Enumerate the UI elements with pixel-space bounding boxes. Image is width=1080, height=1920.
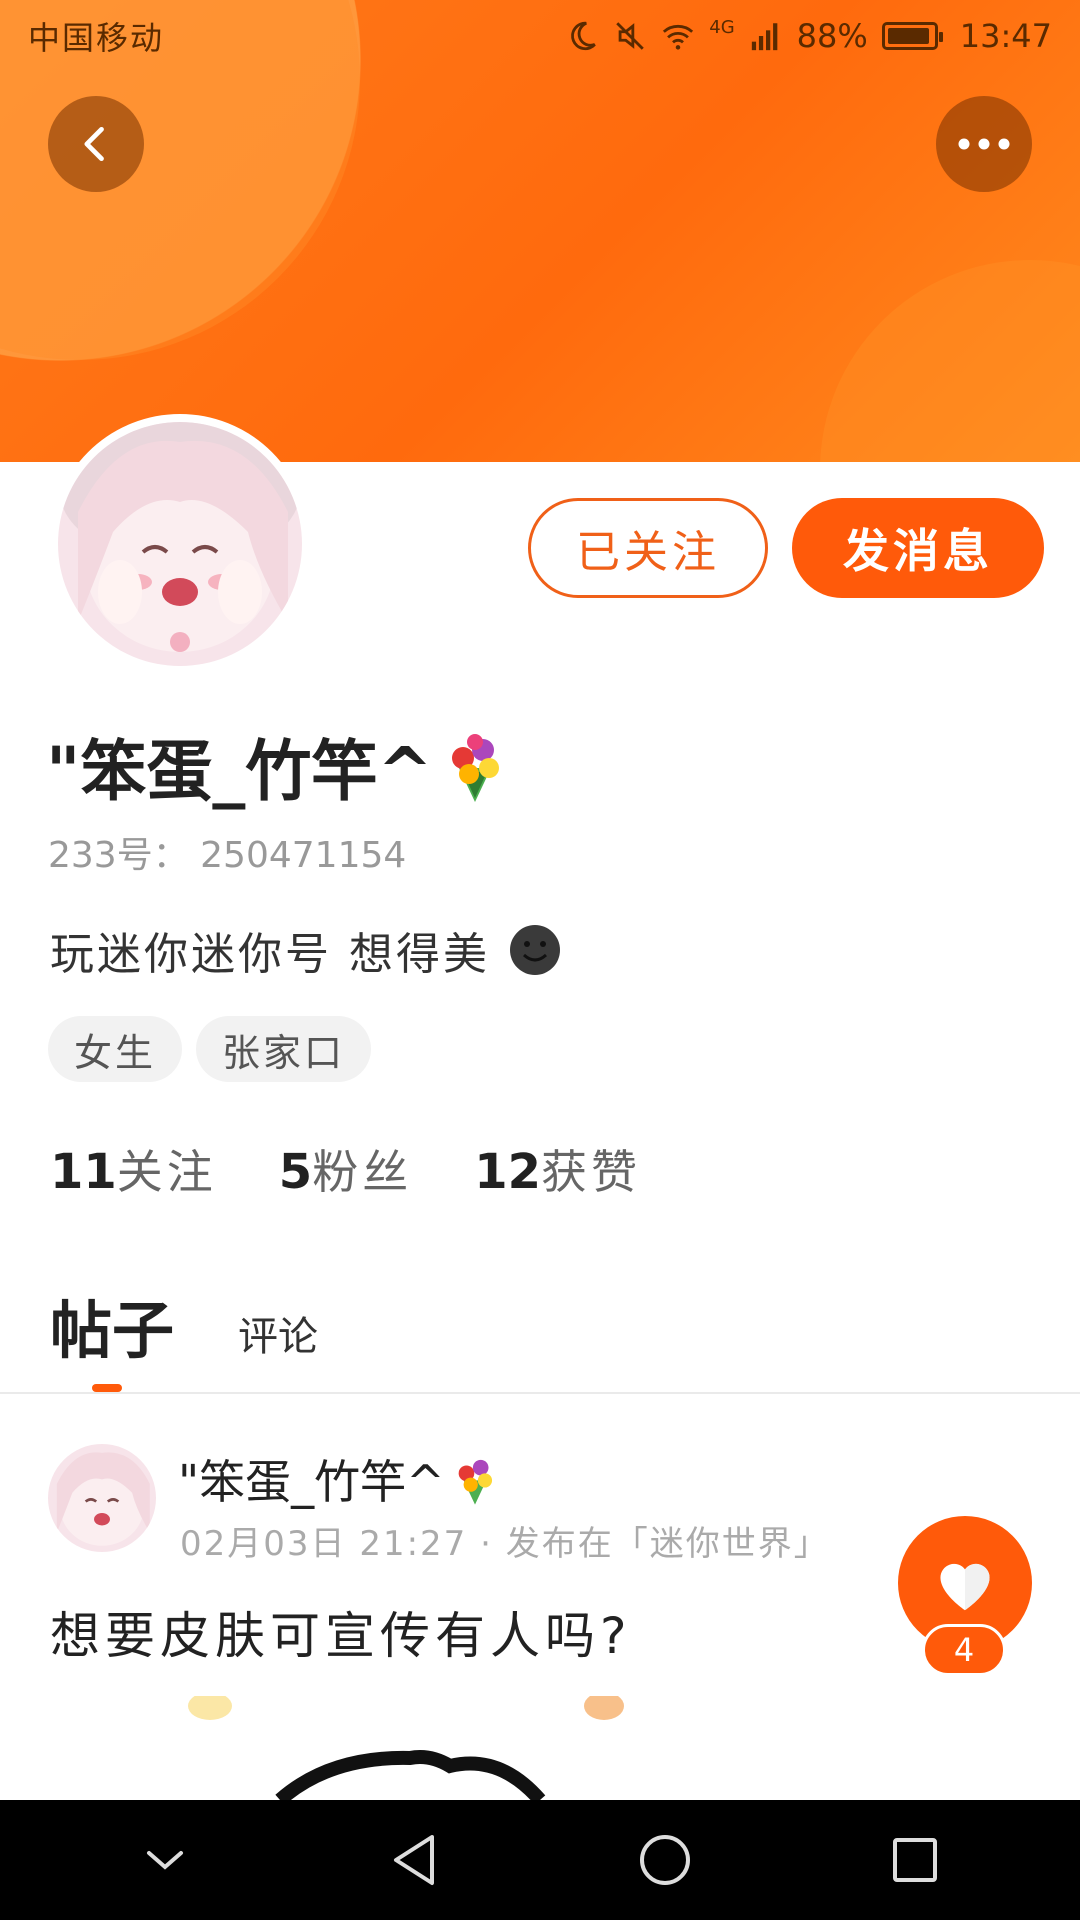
followed-button[interactable]: 已关注 — [528, 498, 768, 598]
bio-text: 玩迷你迷你号 想得美 — [50, 929, 490, 980]
nav-back-icon — [394, 1835, 434, 1885]
system-nav-bar — [0, 1800, 1080, 1920]
post-text[interactable]: 想要皮肤可宣传有人吗? — [50, 1596, 632, 1668]
stat-likes-label: 获赞 — [541, 1145, 641, 1199]
profile-stats: 11 关注 5 粉丝 12 获赞 — [50, 1136, 641, 1202]
post-meta: 02月03日 21:27 · 发布在「迷你世界」 — [180, 1524, 830, 1564]
wifi-icon — [663, 24, 694, 50]
avatar-image — [58, 422, 302, 666]
like-count: 4 — [922, 1624, 1006, 1676]
back-icon — [84, 126, 104, 162]
nav-home-button[interactable] — [625, 1820, 705, 1900]
content-tabs: 帖子 评论 — [50, 1280, 318, 1370]
nav-collapse-icon — [147, 1851, 183, 1870]
stat-likes[interactable]: 12 获赞 — [474, 1136, 641, 1202]
heart-icon — [940, 1563, 990, 1611]
battery-percent: 88% — [796, 17, 868, 55]
tabs-divider — [0, 1392, 1080, 1394]
stat-following[interactable]: 11 关注 — [50, 1136, 217, 1202]
network-type: 4G — [709, 17, 735, 38]
stat-likes-count: 12 — [474, 1144, 541, 1200]
profile-bio: 玩迷你迷你号 想得美 — [50, 918, 562, 982]
carrier-label: 中国移动 — [28, 19, 165, 57]
nav-recents-button[interactable] — [875, 1820, 955, 1900]
profile-tags: 女生 张家口 — [48, 1016, 372, 1082]
active-tab-indicator — [92, 1384, 122, 1392]
banner-decoration — [820, 260, 1080, 462]
tag-location[interactable]: 张家口 — [196, 1016, 372, 1082]
post-image-content — [0, 1696, 1080, 1800]
post-image[interactable] — [0, 1696, 1080, 1800]
mute-icon — [616, 22, 645, 50]
more-button[interactable] — [936, 96, 1032, 192]
smiley-icon — [510, 925, 560, 975]
status-bar: 中国移动 4G 88% 13:47 — [28, 14, 1052, 58]
tab-comments[interactable]: 评论 — [238, 1304, 318, 1370]
signal-icon — [751, 23, 777, 51]
stat-fans-count: 5 — [278, 1144, 313, 1200]
status-icons: 4G 88% 13:47 — [565, 17, 1052, 55]
bouquet-icon — [451, 734, 499, 802]
stat-fans-label: 粉丝 — [312, 1145, 413, 1199]
profile-name-text: "笨蛋_竹竿^ — [46, 733, 433, 810]
stat-following-count: 11 — [50, 1144, 117, 1200]
nav-back-button[interactable] — [375, 1820, 455, 1900]
bouquet-icon — [458, 1459, 492, 1505]
profile-header-banner: 中国移动 4G 88% 13:47 — [0, 0, 1080, 462]
profile-avatar[interactable] — [50, 414, 310, 674]
moon-icon — [571, 21, 597, 51]
tag-gender[interactable]: 女生 — [48, 1016, 183, 1082]
tab-posts[interactable]: 帖子 — [50, 1280, 174, 1370]
post-author-name[interactable]: "笨蛋_竹竿^ — [178, 1446, 501, 1512]
stat-fans[interactable]: 5 粉丝 — [279, 1136, 412, 1202]
clock: 13:47 — [959, 17, 1052, 55]
more-icon — [958, 138, 1010, 150]
post-author-text: "笨蛋_竹竿^ — [178, 1455, 445, 1509]
back-button[interactable] — [48, 96, 144, 192]
nav-home-icon — [640, 1835, 690, 1885]
post-author-avatar[interactable] — [48, 1444, 156, 1552]
user-id: 233号： 250471154 — [48, 835, 407, 876]
send-message-button[interactable]: 发消息 — [792, 498, 1044, 598]
stat-following-label: 关注 — [116, 1145, 217, 1199]
nav-recents-icon — [893, 1838, 937, 1882]
profile-name: "笨蛋_竹竿^ — [46, 718, 511, 814]
battery-icon — [881, 22, 943, 50]
nav-collapse-button[interactable] — [125, 1820, 205, 1900]
avatar-image — [48, 1444, 156, 1552]
